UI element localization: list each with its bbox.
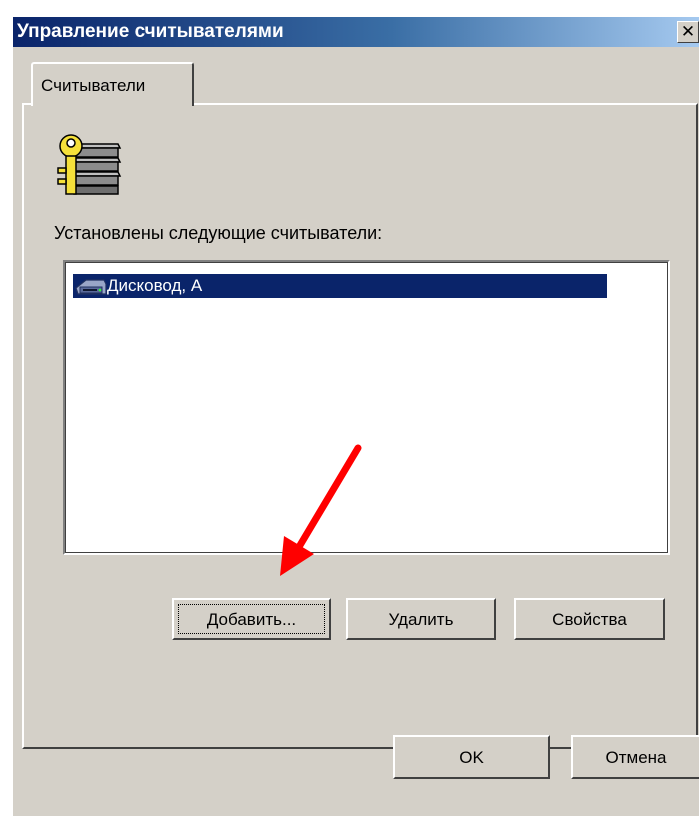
installed-readers-label: Установлены следующие считыватели: [54, 223, 382, 244]
installed-readers-label-text: Установлены следующие считыватели: [54, 223, 383, 243]
close-button[interactable]: ✕ [677, 21, 699, 43]
window-title: Управление считывателями [17, 21, 284, 42]
remove-button-label: Удалить [388, 610, 454, 629]
properties-button-label: Свойства [552, 610, 627, 629]
ok-button[interactable]: OK [393, 735, 550, 779]
reader-management-dialog: Управление считывателями ✕ Считыватели У… [11, 17, 699, 816]
remove-button[interactable]: Удалить [346, 598, 496, 640]
tab-panel-readers: Установлены следующие считыватели: Диско… [22, 103, 698, 749]
tab-readers-label: Считыватели [41, 76, 146, 95]
key-card-stack-icon [57, 134, 122, 195]
cancel-button[interactable]: Отмена [571, 735, 699, 779]
add-button[interactable]: Добавить... [172, 598, 331, 640]
screenshot-page: Управление считывателями ✕ Считыватели У… [0, 0, 699, 816]
readers-list[interactable]: Дисковод, А [63, 260, 670, 555]
floppy-drive-icon [75, 279, 107, 295]
ok-button-label: OK [459, 748, 484, 767]
tab-readers[interactable]: Считыватели [31, 62, 194, 106]
list-item-label: Дисковод, А [107, 276, 203, 295]
cancel-button-label: Отмена [605, 748, 667, 767]
focus-rectangle [178, 604, 325, 634]
properties-button[interactable]: Свойства [514, 598, 665, 640]
title-bar[interactable]: Управление считывателями ✕ [13, 17, 699, 47]
list-item[interactable]: Дисковод, А [73, 274, 607, 298]
close-icon: ✕ [680, 22, 696, 41]
